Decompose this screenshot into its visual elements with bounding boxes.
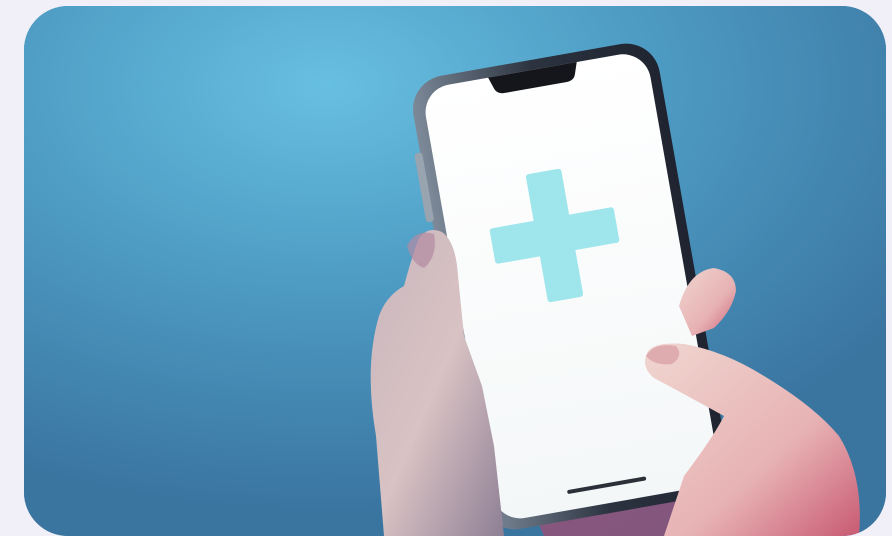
photo-scene <box>24 6 886 536</box>
photo-frame <box>24 6 886 536</box>
